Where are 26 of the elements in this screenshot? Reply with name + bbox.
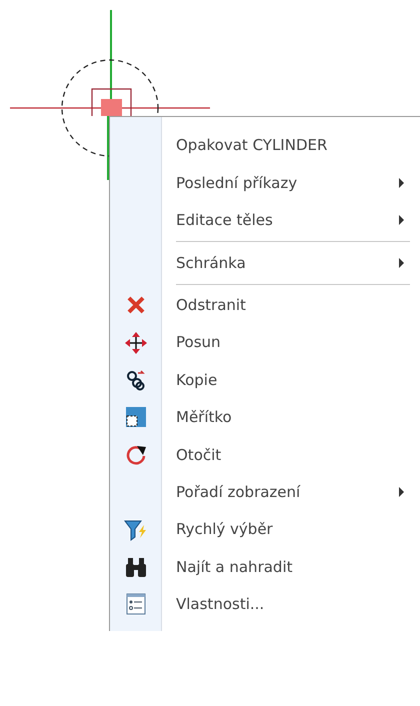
menu-item[interactable]: Poslední příkazy bbox=[162, 172, 298, 194]
menu-item[interactable]: Otočit bbox=[162, 444, 222, 466]
menu-item[interactable]: Posun bbox=[162, 331, 221, 354]
menu-item[interactable]: Vlastnosti... bbox=[162, 593, 264, 616]
menu-item[interactable]: Pořadí zobrazení bbox=[162, 480, 300, 504]
submenu-arrow-icon bbox=[399, 487, 404, 498]
menu-item[interactable]: Opakovat CYLINDER bbox=[162, 134, 328, 157]
menu-item[interactable]: Rychlý výběr bbox=[162, 518, 273, 541]
move-arrows-icon bbox=[125, 332, 147, 354]
properties-list-icon bbox=[126, 593, 146, 616]
funnel-lightning-icon bbox=[124, 518, 148, 541]
menu-item[interactable]: Editace těles bbox=[162, 209, 273, 232]
menu-item[interactable]: Schránka bbox=[162, 252, 246, 274]
menu-item[interactable]: Najít a nahradit bbox=[162, 556, 292, 578]
circle-arc-drawing bbox=[61, 116, 109, 181]
copy-rings-icon bbox=[126, 369, 146, 392]
submenu-arrow-icon bbox=[399, 258, 404, 268]
binoculars-icon bbox=[125, 556, 147, 578]
delete-icon bbox=[126, 295, 146, 316]
scale-icon bbox=[125, 406, 147, 428]
submenu-arrow-icon bbox=[399, 178, 404, 188]
menu-item[interactable]: Měřítko bbox=[162, 406, 232, 429]
menu-item[interactable]: Odstranit bbox=[162, 294, 246, 316]
rotate-icon bbox=[125, 444, 147, 466]
menu-item[interactable]: Kopie bbox=[162, 368, 218, 392]
submenu-arrow-icon bbox=[399, 215, 404, 226]
